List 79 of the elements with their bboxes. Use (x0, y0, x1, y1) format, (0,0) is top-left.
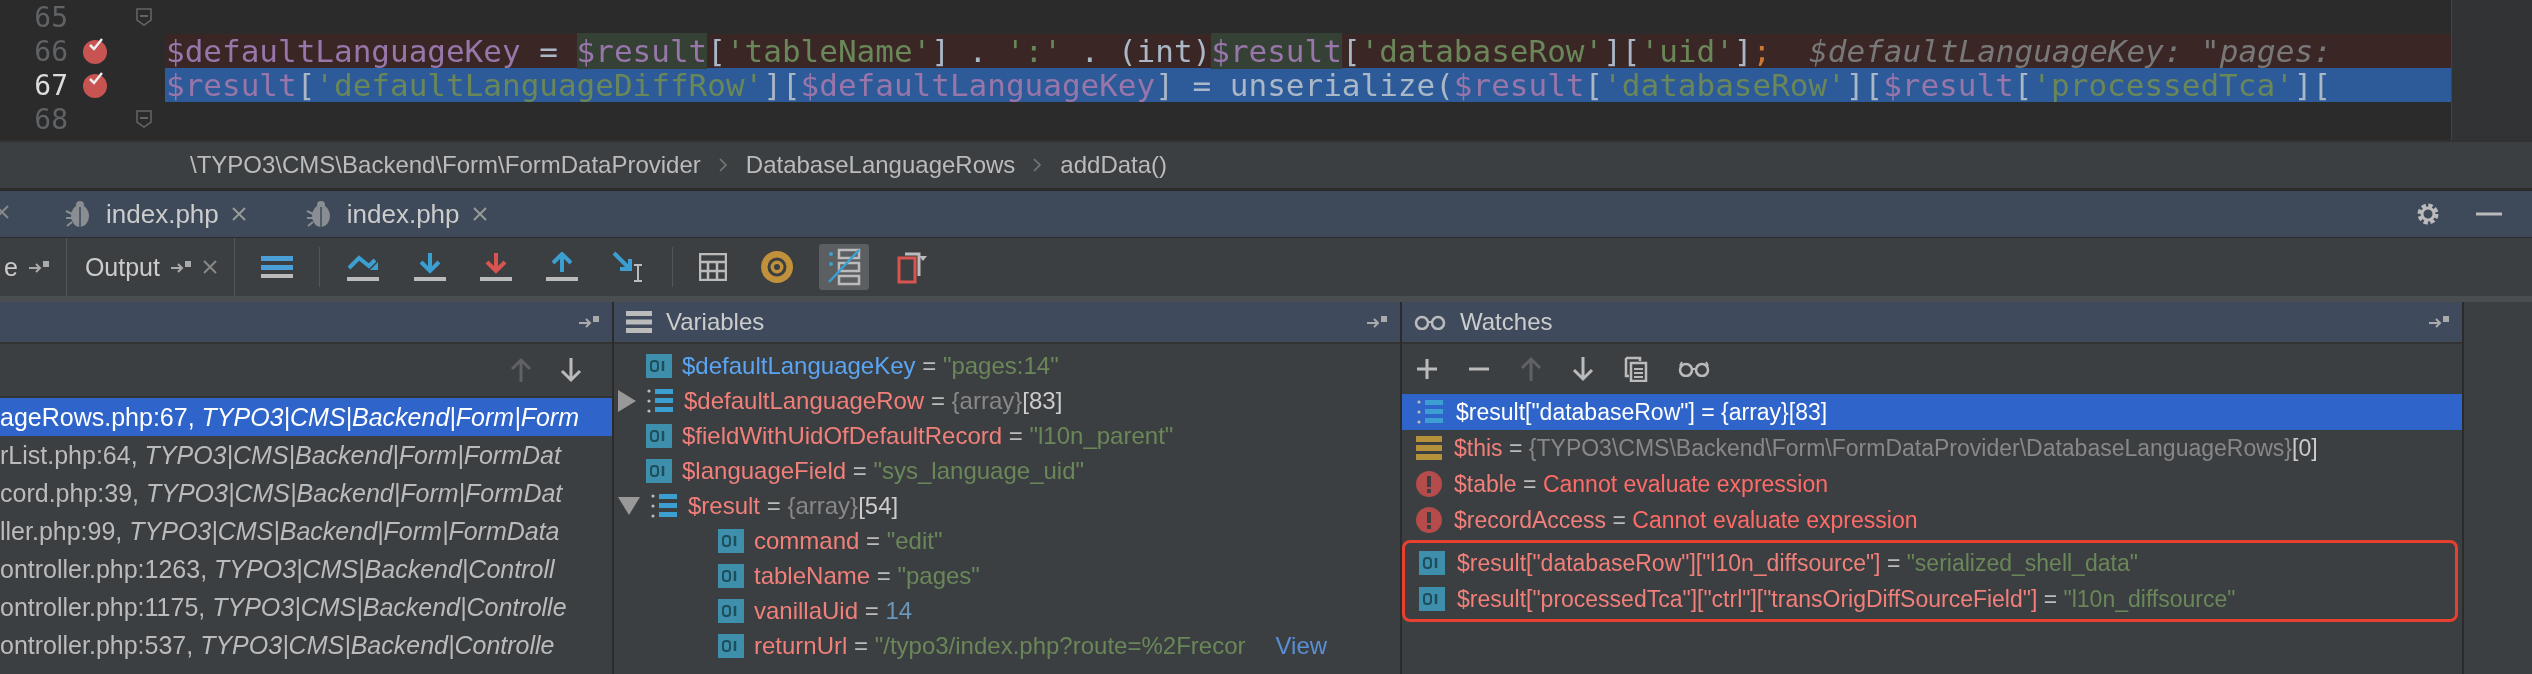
down-arrow-icon[interactable] (1572, 356, 1594, 382)
line-number: 65 (33, 0, 68, 34)
stack-frame[interactable]: cord.php:39, TYPO3|CMS|Backend|Form|FormDat (0, 474, 612, 512)
close-icon[interactable] (230, 206, 247, 222)
tile-icon (1419, 587, 1445, 611)
watch-row[interactable]: $result["processedTca"]["ctrl"]["transOrigDiffSourceField"] = "l10n_diffsource" (1405, 581, 2455, 617)
down-arrow-icon[interactable] (560, 357, 582, 383)
watch-row[interactable]: $table = Cannot evaluate expression (1402, 466, 2462, 502)
stack-frame[interactable]: ontroller.php:1175, TYPO3|CMS|Backend|Controlle (0, 588, 612, 626)
arrow-dot-icon[interactable] (169, 260, 192, 274)
exclamation-icon (1416, 471, 1442, 497)
chevron-right-icon (1033, 158, 1043, 172)
list-icon (626, 311, 652, 333)
session-tab[interactable]: index.php (274, 191, 506, 237)
variable-entry: tableName = "pages" (754, 561, 980, 590)
triangle-right-icon[interactable] (618, 389, 636, 412)
tile-icon (718, 563, 744, 588)
tile-icon (718, 528, 744, 553)
line-number: 68 (33, 102, 68, 136)
chevron-right-icon (718, 158, 728, 172)
variable-entry: $languageField = "sys_language_uid" (682, 456, 1085, 485)
breakpoint-icon[interactable] (81, 71, 109, 99)
breadcrumb-item[interactable]: \TYPO3\CMS\Backend\Form\FormDataProvider (190, 151, 701, 179)
glasses-icon (1414, 314, 1446, 330)
close-icon[interactable] (201, 259, 218, 275)
list-icon (1416, 398, 1444, 426)
fold-icon[interactable] (136, 8, 152, 26)
list-icon (646, 386, 674, 415)
inline-value-hint: $defaultLanguageKey: "pages: (1809, 33, 2332, 69)
watch-row[interactable]: $result["databaseRow"] = {array}[83] (1402, 394, 2462, 430)
session-tab[interactable]: index.php (34, 191, 265, 237)
arrow-dot-icon[interactable] (1366, 315, 1388, 329)
panel-title: Watches (1460, 308, 1553, 336)
tile-icon (646, 423, 672, 448)
exclamation-icon (1416, 507, 1442, 533)
tile-icon (646, 458, 672, 483)
copy-icon[interactable] (1624, 356, 1648, 382)
tile-icon (1419, 551, 1445, 575)
watch-row[interactable]: $recordAccess = Cannot evaluate expression (1402, 502, 2462, 538)
tool-tab[interactable]: Output (84, 238, 235, 296)
tile-icon (718, 598, 744, 623)
variable-entry: $result = {array}[54] (688, 491, 899, 520)
code-line: $result['defaultLanguageDiffRow'][$defaultLanguageKey] = unserialize($result['databaseRow'][$result['processedTca'][ (166, 67, 2332, 103)
variable-entry: vanillaUid = 14 (754, 596, 913, 625)
breadcrumb-item[interactable]: addData() (1060, 151, 1168, 179)
stack-frame[interactable]: ontroller.php:537, TYPO3|CMS|Backend|Controlle (0, 626, 612, 664)
variable-entry: command = "edit" (754, 526, 943, 555)
triangle-down-icon[interactable] (618, 496, 640, 515)
breadcrumb-item[interactable]: DatabaseLanguageRows (745, 151, 1016, 179)
code-line: $defaultLanguageKey = $result['tableName'] . ':' . (int)$result['databaseRow']['uid']; (166, 33, 1772, 69)
minus-icon[interactable] (1468, 367, 1490, 371)
line-number: 66 (33, 34, 68, 68)
variable-entry: $fieldWithUidOfDefaultRecord = "l10n_parent" (682, 421, 1174, 450)
plus-icon[interactable] (1416, 358, 1438, 380)
tile-icon (718, 633, 744, 658)
variable-entry: $defaultLanguageKey = "pages:14" (682, 351, 1059, 380)
close-icon[interactable] (471, 206, 488, 222)
watch-row[interactable]: $result["databaseRow"]["l10n_diffsource"] = "serialized_shell_data" (1405, 545, 2455, 581)
arrow-dot-icon[interactable] (578, 315, 600, 329)
stack-frame[interactable]: ontroller.php:1263, TYPO3|CMS|Backend|Controll (0, 550, 612, 588)
tile-icon (646, 353, 672, 378)
variable-entry: $defaultLanguageRow = {array}[83] (684, 386, 1063, 415)
stack-frame[interactable]: ller.php:99, TYPO3|CMS|Backend|Form|FormData (0, 512, 612, 550)
tool-tab[interactable]: e (0, 238, 67, 296)
stack-icon (1416, 435, 1442, 461)
list-icon (650, 491, 678, 520)
view-link[interactable]: View (1275, 631, 1328, 660)
glasses-icon[interactable] (1678, 361, 1710, 377)
stack-frame[interactable]: ageRows.php:67, TYPO3|CMS|Backend|Form|Form (0, 398, 612, 436)
numbered-button[interactable] (818, 244, 869, 290)
arrow-dot-icon[interactable] (27, 260, 50, 274)
panel-title: Variables (666, 308, 765, 336)
fold-icon[interactable] (136, 110, 152, 128)
breakpoint-icon[interactable] (81, 37, 109, 65)
arrow-dot-icon[interactable] (2428, 315, 2450, 329)
variable-entry: returnUrl = "/typo3/index.php?route=%2Frecor (754, 631, 1246, 660)
stack-frame[interactable]: rList.php:64, TYPO3|CMS|Backend|Form|FormDat (0, 436, 612, 474)
line-number: 67 (33, 68, 68, 102)
watch-row[interactable]: $this = {TYPO3\CMS\Backend\Form\FormDataProvider\DatabaseLanguageRows}[0] (1402, 430, 2462, 466)
